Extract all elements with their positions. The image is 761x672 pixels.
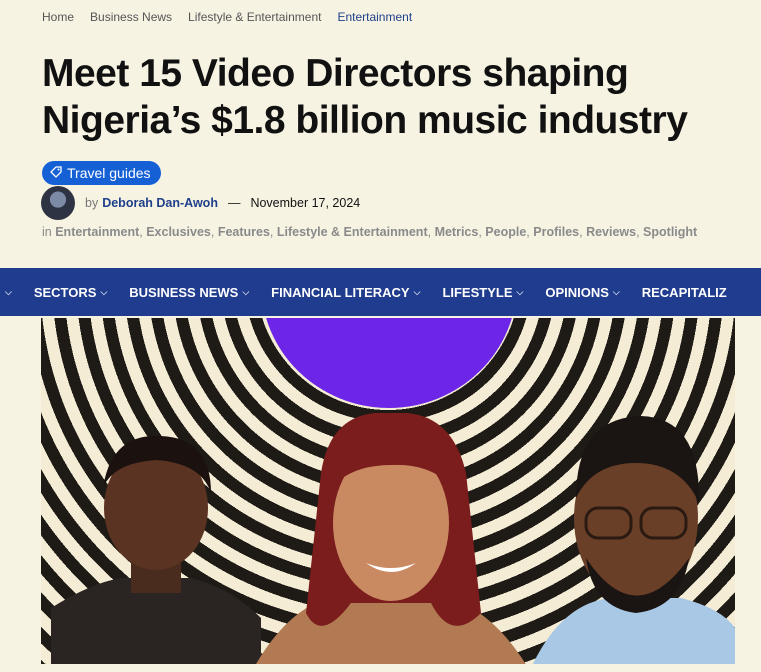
person-right [532,416,735,664]
person-left [51,435,261,664]
category-link[interactable]: Reviews [586,225,636,239]
category-link[interactable]: Exclusives [146,225,211,239]
category-link[interactable]: Spotlight [643,225,697,239]
chevron-down-icon: ⌵ [242,286,250,297]
category-link[interactable]: Entertainment [55,225,139,239]
chevron-down-icon: ⌵ [413,286,421,297]
category-list: in Entertainment, Exclusives, Features, … [42,225,698,239]
article-title: Meet 15 Video Directors shaping Nigeria’… [42,52,688,142]
chevron-down-icon: ⌵ [612,286,620,297]
tag-label: Travel guides [67,165,151,181]
category-link[interactable]: Features [218,225,270,239]
main-nav: ⌵ SECTORS ⌵ BUSINESS NEWS ⌵ FINANCIAL LI… [0,268,761,316]
chevron-down-icon: ⌵ [516,286,524,297]
nav-item-lifestyle[interactable]: LIFESTYLE ⌵ [431,268,534,316]
nav-item-label: SECTORS [33,284,97,300]
breadcrumb-business-news[interactable]: Business News [90,10,172,24]
nav-item-sectors[interactable]: SECTORS ⌵ [23,268,118,316]
byline-dash: — [227,196,241,210]
nav-item-recapitalization[interactable]: RECAPITALIZ [631,268,738,316]
breadcrumb: Home Business News Lifestyle & Entertain… [42,10,412,24]
nav-item-label: BUSINESS NEWS [129,284,239,300]
author-link[interactable]: Deborah Dan-Awoh [102,196,218,210]
nav-item-business-news[interactable]: BUSINESS NEWS ⌵ [118,268,260,316]
nav-item-financial-literacy[interactable]: FINANCIAL LITERACY ⌵ [260,268,431,316]
category-link[interactable]: Metrics [435,225,479,239]
publish-date: November 17, 2024 [250,196,361,210]
chevron-down-icon: ⌵ [100,286,108,297]
breadcrumb-current[interactable]: Entertainment [337,10,412,24]
category-link[interactable]: Profiles [533,225,579,239]
person-center [256,413,526,664]
tag-icon [50,165,62,181]
nav-overflow-chevron[interactable]: ⌵ [0,268,23,316]
chevron-down-icon: ⌵ [5,286,12,297]
breadcrumb-home[interactable]: Home [42,10,74,24]
nav-item-opinions[interactable]: OPINIONS ⌵ [534,268,630,316]
category-link[interactable]: People [485,225,526,239]
nav-item-label: FINANCIAL LITERACY [271,284,410,300]
tag-badge[interactable]: Travel guides [42,161,161,185]
byline-prefix: by [85,196,99,210]
breadcrumb-lifestyle[interactable]: Lifestyle & Entertainment [188,10,321,24]
author-avatar[interactable] [41,186,75,220]
nav-item-label: RECAPITALIZ [641,284,727,300]
hero-purple-circle [261,318,517,408]
category-prefix: in [42,225,52,239]
category-link[interactable]: Lifestyle & Entertainment [277,225,428,239]
byline: by Deborah Dan-Awoh — November 17, 2024 [85,196,360,210]
hero-image [41,318,735,664]
nav-item-label: LIFESTYLE [442,284,513,300]
nav-item-label: OPINIONS [545,284,609,300]
